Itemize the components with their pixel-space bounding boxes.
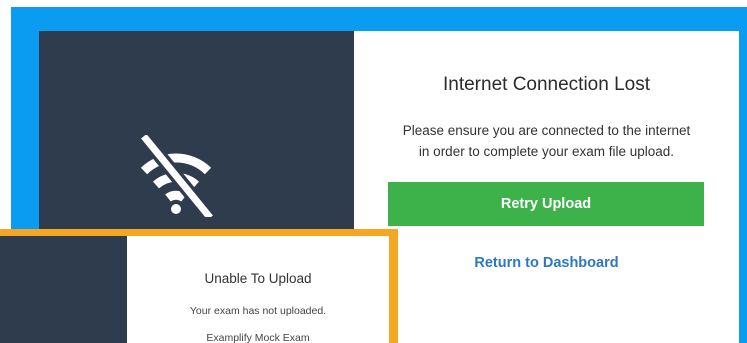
return-to-dashboard-link[interactable]: Return to Dashboard [354, 255, 739, 271]
wifi-off-icon [140, 135, 214, 217]
retry-upload-button[interactable]: Retry Upload [388, 182, 704, 226]
modal-message-line-1: Please ensure you are connected to the i… [402, 123, 691, 138]
modal-title: Internet Connection Lost [442, 74, 651, 95]
modal-message: Please ensure you are connected to the i… [384, 120, 709, 162]
unable-to-upload-modal: Unable To Upload Your exam has not uploa… [0, 236, 389, 343]
modal-content: Unable To Upload Your exam has not uploa… [127, 236, 389, 343]
modal-content: Internet Connection Lost Please ensure y… [354, 31, 739, 343]
modal-title: Unable To Upload [204, 271, 312, 286]
modal-message: Your exam has not uploaded. [189, 305, 327, 317]
modal-message-line-2: in order to complete your exam file uplo… [418, 144, 675, 159]
exam-name: Examplify Mock Exam [206, 332, 310, 343]
modal-icon-panel [0, 236, 127, 343]
upload-modal-frame: Unable To Upload Your exam has not uploa… [0, 229, 398, 343]
